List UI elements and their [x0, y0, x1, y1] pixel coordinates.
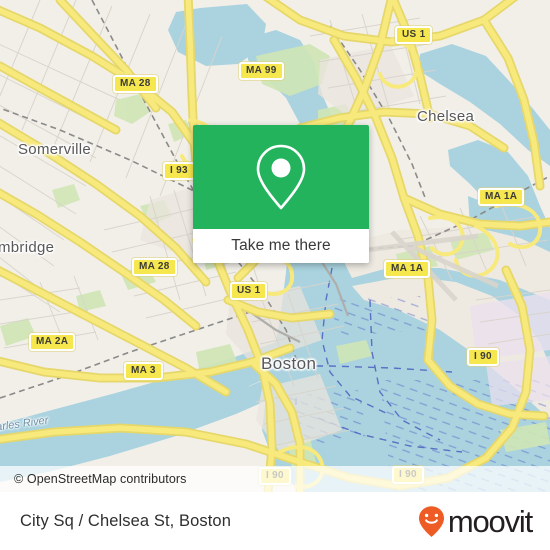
take-me-there-label: Take me there — [231, 237, 331, 254]
location-callout-card[interactable]: Take me there — [193, 125, 369, 263]
bottom-info-bar: City Sq / Chelsea St, Boston moovit — [0, 492, 550, 550]
route-shield-us1-north: US 1 — [395, 26, 433, 44]
moovit-wordmark: moovit — [447, 503, 533, 539]
take-me-there-button[interactable]: Take me there — [193, 229, 369, 263]
map-label-somerville: Somerville — [18, 141, 92, 158]
map-label-chelsea: Chelsea — [417, 108, 475, 125]
stop-title: City Sq / Chelsea St, Boston — [20, 511, 231, 530]
attribution-text: © OpenStreetMap contributors — [14, 472, 187, 486]
route-shield-ma1a-south: MA 1A — [384, 260, 431, 278]
moovit-logo: moovit — [418, 503, 533, 539]
map-label-boston: Boston — [261, 354, 317, 373]
route-shield-ma3: MA 3 — [124, 362, 163, 380]
location-pin-icon — [256, 144, 306, 210]
route-shield-i93: I 93 — [163, 162, 195, 180]
callout-pin-panel — [193, 125, 369, 229]
route-shield-ma2a: MA 2A — [29, 333, 76, 351]
route-shield-ma28-south: MA 28 — [132, 258, 177, 276]
bottom-bar-content: City Sq / Chelsea St, Boston moovit — [0, 492, 550, 550]
map-label-cambridge: mbridge — [0, 239, 55, 256]
route-shield-ma28-north: MA 28 — [113, 75, 158, 93]
route-shield-us1-south: US 1 — [230, 282, 268, 300]
moovit-pin-icon — [418, 505, 444, 537]
route-shield-ma99: MA 99 — [239, 62, 284, 80]
map-attribution: © OpenStreetMap contributors — [0, 466, 550, 492]
route-shield-ma1a-north: MA 1A — [478, 188, 525, 206]
route-shield-i90-east: I 90 — [467, 348, 499, 366]
moovit-map-screen: Somerville Chelsea Boston mbridge arles … — [0, 0, 550, 550]
